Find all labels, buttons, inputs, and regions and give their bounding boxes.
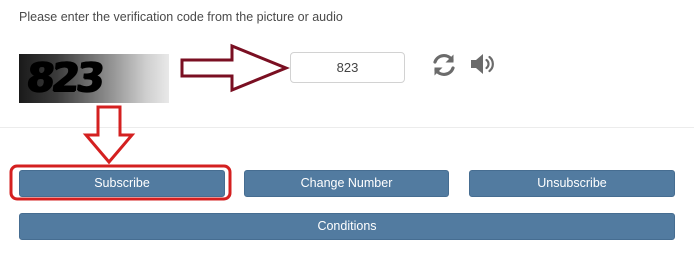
captcha-text: 823 xyxy=(24,55,104,101)
captcha-image: 823 xyxy=(19,54,169,103)
section-divider xyxy=(0,127,694,128)
verification-code-input[interactable] xyxy=(290,52,405,83)
subscribe-button[interactable]: Subscribe xyxy=(19,170,225,197)
conditions-button[interactable]: Conditions xyxy=(19,213,675,240)
change-number-button[interactable]: Change Number xyxy=(244,170,449,197)
refresh-icon[interactable] xyxy=(430,51,458,79)
annotation-arrow-right xyxy=(180,43,290,93)
speaker-icon[interactable] xyxy=(469,51,495,77)
annotation-arrow-down xyxy=(82,105,136,165)
instruction-text: Please enter the verification code from … xyxy=(19,10,343,24)
unsubscribe-button[interactable]: Unsubscribe xyxy=(469,170,675,197)
